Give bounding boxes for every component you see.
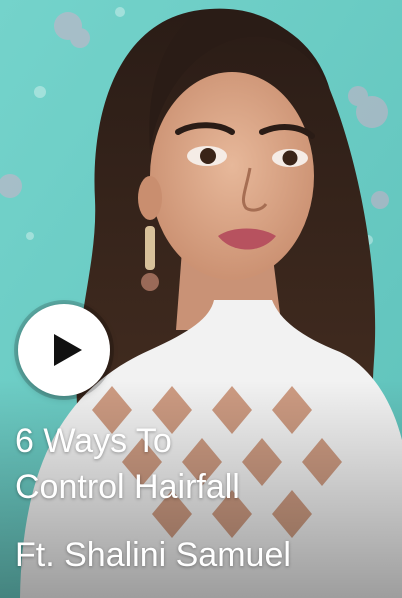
video-title: 6 Ways To Control Hairfall <box>15 418 395 510</box>
play-button[interactable] <box>18 304 110 396</box>
video-title-line-2: Control Hairfall <box>15 468 240 506</box>
video-title-line-1: 6 Ways To <box>15 422 172 460</box>
video-subtitle: Ft. Shalini Samuel <box>15 536 291 574</box>
video-thumbnail-card[interactable]: 6 Ways To Control Hairfall Ft. Shalini S… <box>0 0 402 598</box>
play-icon <box>54 334 82 366</box>
